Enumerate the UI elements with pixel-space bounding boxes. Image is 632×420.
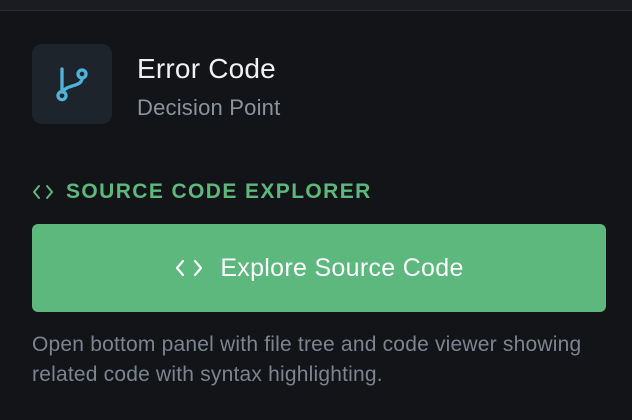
explore-button-label: Explore Source Code: [220, 253, 464, 282]
section-heading: SOURCE CODE EXPLORER: [32, 178, 372, 206]
node-header-text: Error Code Decision Point: [137, 44, 280, 122]
explore-description: Open bottom panel with file tree and cod…: [32, 333, 582, 386]
node-title: Error Code: [137, 53, 276, 84]
code-brackets-icon: [174, 258, 204, 278]
node-subtitle: Decision Point: [137, 95, 281, 120]
code-brackets-icon: [32, 184, 54, 200]
git-branch-icon: [56, 67, 88, 102]
section-heading-label: SOURCE CODE EXPLORER: [66, 180, 372, 203]
node-details-panel: Error Code Decision Point SOURCE CODE EX…: [0, 0, 632, 420]
panel-top-divider: [0, 0, 632, 11]
node-type-badge: [32, 44, 112, 124]
node-header: Error Code Decision Point: [32, 44, 280, 124]
explore-source-code-button[interactable]: Explore Source Code: [32, 224, 606, 312]
